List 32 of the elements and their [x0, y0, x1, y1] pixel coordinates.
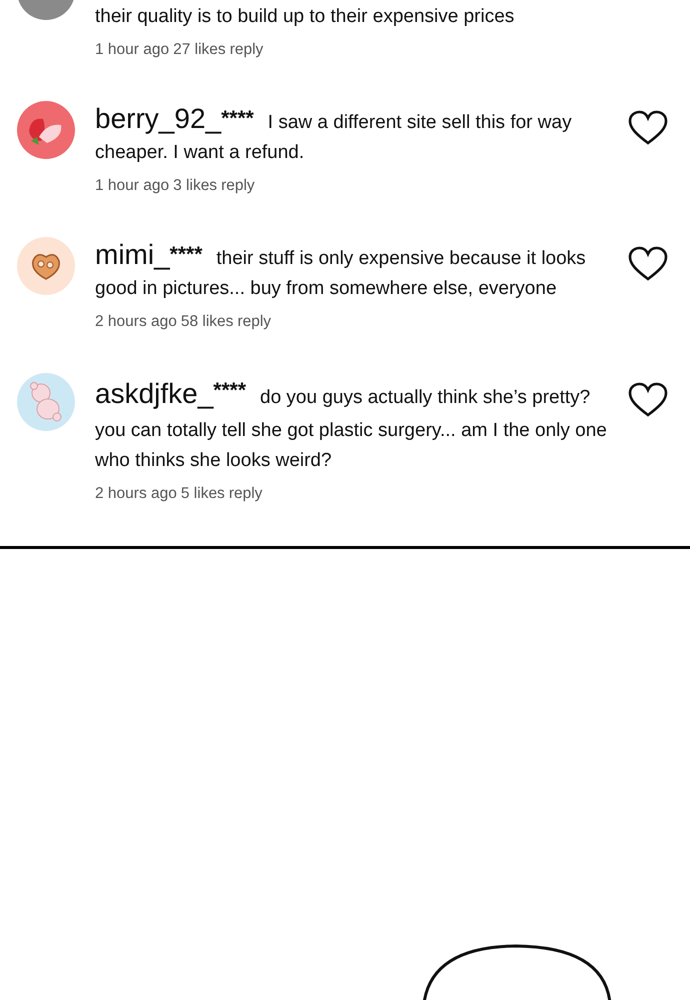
- reply-link[interactable]: reply: [228, 485, 262, 503]
- like-count: 27 likes: [173, 41, 226, 59]
- username[interactable]: berry_92_: [95, 104, 222, 134]
- username-mask: ****: [213, 380, 246, 402]
- username-mask: ****: [221, 108, 254, 130]
- like-count: 58 likes: [180, 313, 234, 331]
- username-mask: ****: [170, 244, 202, 266]
- like-count: 5 likes: [180, 485, 225, 503]
- like-count: 3 likes: [173, 177, 218, 195]
- heart-icon[interactable]: [628, 382, 668, 418]
- username[interactable]: askdjfke_: [95, 376, 214, 412]
- comment-text: I saw a different site sell this for way: [268, 111, 572, 135]
- comment-text: who thinks she looks weird?: [95, 450, 332, 471]
- comment-text: you can totally tell she got plastic surgery... am I the only one: [95, 420, 607, 441]
- heart-icon[interactable]: [628, 246, 668, 282]
- comment-text: do you guys actually think she’s pretty?: [260, 386, 590, 410]
- comment-text: their stuff is only expensive because it looks: [216, 247, 586, 271]
- heart-icon[interactable]: [628, 110, 668, 146]
- username[interactable]: mimi_: [95, 240, 170, 270]
- reply-link[interactable]: reply: [221, 177, 255, 195]
- reply-link[interactable]: reply: [230, 41, 264, 59]
- comment-time: 1 hour ago: [95, 177, 170, 195]
- comment-text: good in pictures... buy from somewhere else, everyone: [95, 278, 557, 299]
- avatar-icon: [17, 373, 75, 431]
- comment-text: cheaper. I want a refund.: [95, 142, 304, 163]
- comment-time: 2 hours ago: [95, 485, 177, 503]
- comment-time: 2 hours ago: [95, 313, 177, 331]
- reply-link[interactable]: reply: [237, 313, 272, 331]
- avatar-icon: [17, 101, 75, 159]
- comment-text: their quality is to build up to their expensive prices: [95, 5, 514, 29]
- avatar-icon: [17, 237, 75, 295]
- comment-time: 1 hour ago: [95, 41, 170, 59]
